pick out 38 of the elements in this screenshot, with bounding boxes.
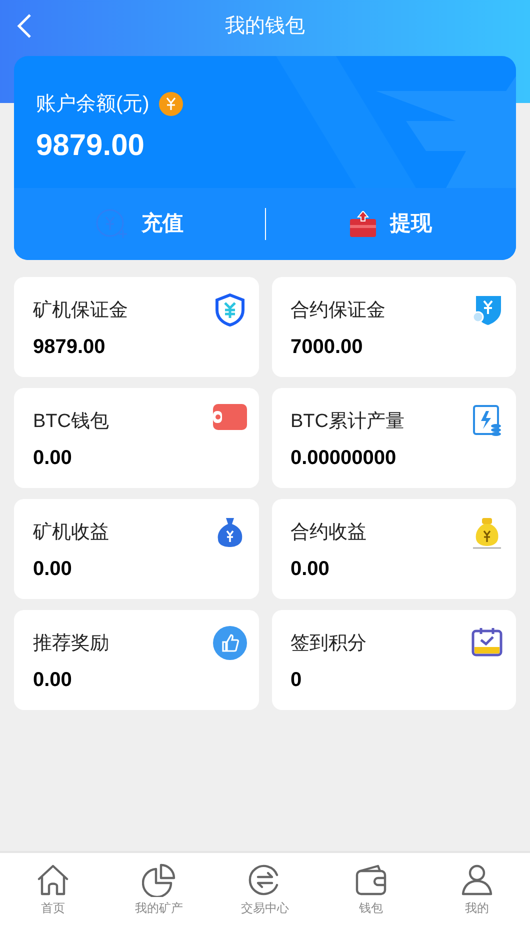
money-bag-icon bbox=[470, 515, 504, 549]
stat-label: BTC钱包 bbox=[33, 410, 109, 434]
stat-value: 7000.00 bbox=[290, 334, 364, 360]
withdraw-button[interactable]: 提现 bbox=[266, 188, 516, 260]
shield-icon bbox=[212, 293, 246, 327]
balance-amount: 9879.00 bbox=[36, 128, 146, 164]
tab-item[interactable]: 首页 bbox=[0, 853, 106, 927]
tab-item[interactable]: 我的 bbox=[424, 853, 530, 927]
card-upload-icon bbox=[350, 211, 376, 237]
wallet-icon bbox=[354, 863, 388, 897]
stat-label: 矿机收益 bbox=[33, 521, 109, 545]
stat-value: 0.00 bbox=[290, 556, 330, 582]
stat-label: 合约收益 bbox=[290, 521, 366, 545]
stat-label: 矿机保证金 bbox=[33, 299, 128, 323]
stat-value: 0.00 bbox=[33, 446, 73, 470]
pie-chart-icon bbox=[142, 863, 176, 897]
stat-label: BTC累计产量 bbox=[290, 410, 404, 434]
stat-label: 签到积分 bbox=[290, 632, 366, 656]
user-icon bbox=[460, 863, 494, 897]
back-icon bbox=[16, 13, 32, 39]
stat-value: 0.00 bbox=[33, 668, 73, 692]
stat-value: 9879.00 bbox=[33, 334, 106, 360]
recharge-button[interactable]: 充值 bbox=[14, 188, 264, 260]
tab-item[interactable]: 我的矿产 bbox=[106, 853, 212, 927]
stat-value: 0 bbox=[290, 668, 303, 692]
stat-label: 推荐奖励 bbox=[33, 632, 109, 656]
yen-coin-icon bbox=[159, 92, 184, 116]
stat-label: 合约保证金 bbox=[290, 299, 386, 323]
stat-value: 0.00000000 bbox=[290, 446, 398, 470]
tab-item[interactable]: 交易中心 bbox=[212, 853, 318, 927]
tab-item[interactable]: 钱包 bbox=[318, 853, 424, 927]
home-icon bbox=[36, 863, 70, 897]
page-title: 我的钱包 bbox=[225, 14, 305, 39]
stat-value: 0.00 bbox=[33, 556, 73, 582]
thumbs-up-icon bbox=[212, 626, 246, 660]
wallet-icon bbox=[212, 404, 246, 430]
balance-label: 账户余额(元) bbox=[36, 92, 150, 117]
lightning-coins-icon bbox=[470, 404, 504, 438]
